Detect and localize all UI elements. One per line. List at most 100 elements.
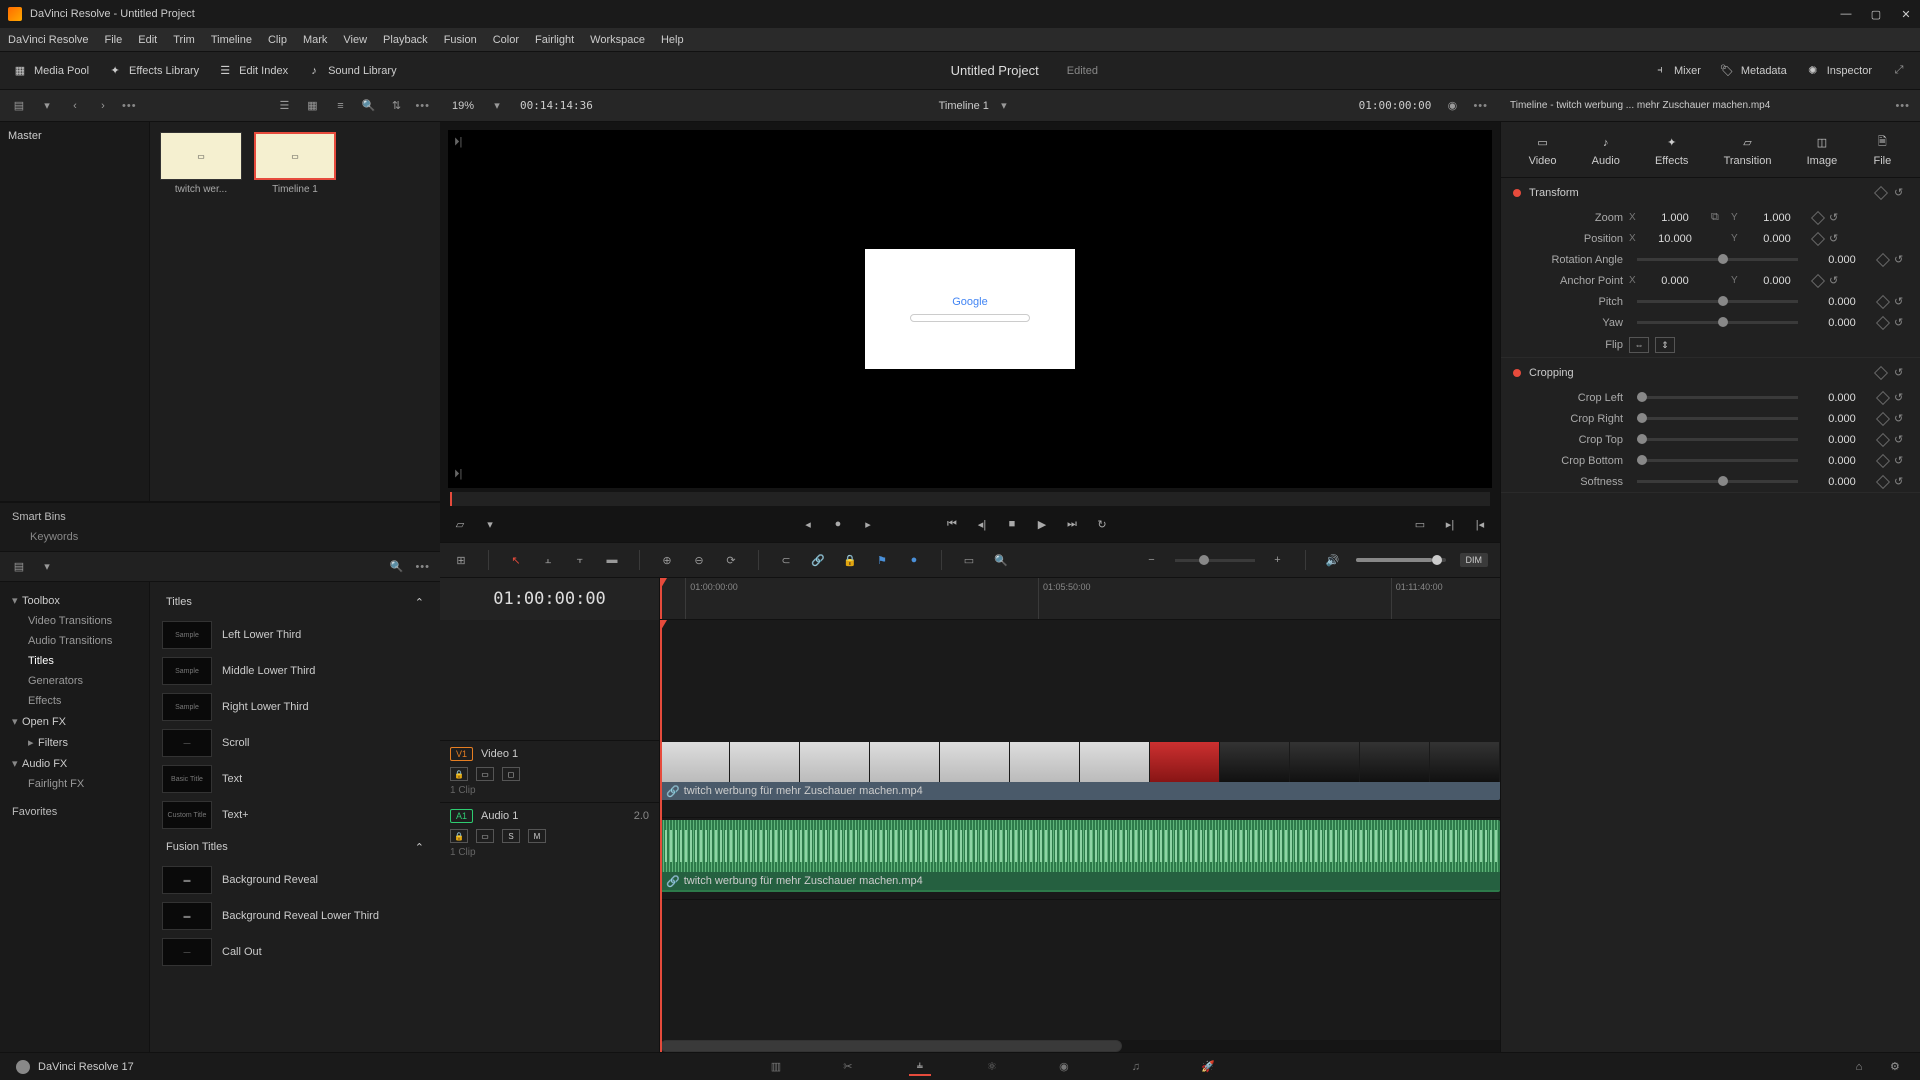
expand-icon[interactable]: ⤢ bbox=[1890, 62, 1908, 80]
rotation-input[interactable] bbox=[1812, 254, 1872, 266]
tab-video[interactable]: ▭Video bbox=[1529, 133, 1557, 167]
home-icon[interactable]: ⌂ bbox=[1850, 1058, 1868, 1076]
menu-davinci[interactable]: DaVinci Resolve bbox=[8, 34, 89, 46]
trim-tool-icon[interactable]: ⫠ bbox=[539, 551, 557, 569]
disable-video-icon[interactable]: ◻ bbox=[502, 767, 520, 781]
titles-node[interactable]: Titles bbox=[0, 651, 149, 671]
timeline-timecode[interactable]: 01:00:00:00 bbox=[440, 578, 659, 620]
menu-help[interactable]: Help bbox=[661, 34, 684, 46]
pitch-slider[interactable] bbox=[1637, 300, 1798, 303]
effects-library-toggle[interactable]: ✦Effects Library bbox=[107, 63, 199, 79]
fairlight-page-icon[interactable]: ♫ bbox=[1125, 1058, 1147, 1076]
audio-track[interactable]: 🔗twitch werbung für mehr Zuschauer mache… bbox=[660, 818, 1500, 900]
fx-more-icon[interactable]: ••• bbox=[415, 561, 430, 573]
jump-last-icon[interactable]: ⏵| bbox=[454, 468, 468, 482]
flip-horizontal-button[interactable]: ⇔ bbox=[1629, 337, 1649, 353]
video-clip[interactable]: 🔗twitch werbung für mehr Zuschauer mache… bbox=[660, 742, 1500, 800]
nav-back-icon[interactable]: ‹ bbox=[66, 97, 84, 115]
fusion-preset[interactable]: ▬Background Reveal bbox=[156, 862, 434, 898]
playhead[interactable] bbox=[660, 578, 662, 619]
crop-bottom-slider[interactable] bbox=[1637, 459, 1798, 462]
media-page-icon[interactable]: ▥ bbox=[765, 1058, 787, 1076]
reset-icon[interactable]: ↺ bbox=[1894, 186, 1908, 199]
zoom-in-icon[interactable]: + bbox=[1269, 551, 1287, 569]
replace-clip-icon[interactable]: ⟳ bbox=[722, 551, 740, 569]
go-end-icon[interactable]: ⏭ bbox=[1064, 516, 1080, 532]
marker-dot-icon[interactable]: ● bbox=[830, 516, 846, 532]
timeline-ruler[interactable]: 01:00:00:00 01:05:50:00 01:11:40:00 bbox=[660, 578, 1500, 620]
reset-icon[interactable]: ↺ bbox=[1894, 391, 1908, 404]
go-start-icon[interactable]: ⏮ bbox=[944, 516, 960, 532]
lock-track-icon[interactable]: 🔒 bbox=[450, 829, 468, 843]
solo-icon[interactable]: S bbox=[502, 829, 520, 843]
reset-icon[interactable]: ↺ bbox=[1894, 253, 1908, 266]
cut-page-icon[interactable]: ✂ bbox=[837, 1058, 859, 1076]
insert-clip-icon[interactable]: ⊕ bbox=[658, 551, 676, 569]
flag-icon[interactable]: ⚑ bbox=[873, 551, 891, 569]
menu-file[interactable]: File bbox=[105, 34, 123, 46]
yaw-input[interactable] bbox=[1812, 317, 1872, 329]
master-bin[interactable]: Master bbox=[8, 130, 141, 142]
effects-node[interactable]: Effects bbox=[0, 691, 149, 711]
fx-search-icon[interactable]: 🔍 bbox=[387, 558, 405, 576]
rotation-slider[interactable] bbox=[1637, 258, 1798, 261]
tab-effects[interactable]: ✦Effects bbox=[1655, 133, 1688, 167]
find-icon[interactable]: 🔍 bbox=[992, 551, 1010, 569]
zoom-dropdown-icon[interactable]: ▾ bbox=[488, 97, 506, 115]
match-frame-icon[interactable]: ▭ bbox=[1412, 516, 1428, 532]
toolbox-node[interactable]: ▾Toolbox bbox=[0, 590, 149, 611]
video-track[interactable]: 🔗twitch werbung für mehr Zuschauer mache… bbox=[660, 740, 1500, 818]
list-view-icon[interactable]: ☰ bbox=[275, 97, 293, 115]
crop-bottom-input[interactable] bbox=[1812, 455, 1872, 467]
crop-right-slider[interactable] bbox=[1637, 417, 1798, 420]
video-transitions-node[interactable]: Video Transitions bbox=[0, 611, 149, 631]
prev-edit-icon[interactable]: ◂ bbox=[800, 516, 816, 532]
title-preset[interactable]: —Scroll bbox=[156, 725, 434, 761]
titles-category[interactable]: Titles⌃ bbox=[156, 588, 434, 617]
keyframe-icon[interactable] bbox=[1811, 231, 1825, 245]
marker-icon[interactable]: ● bbox=[905, 551, 923, 569]
crop-top-slider[interactable] bbox=[1637, 438, 1798, 441]
metadata-toggle[interactable]: 🏷Metadata bbox=[1719, 63, 1787, 79]
zoom-slider[interactable] bbox=[1175, 559, 1255, 562]
audiofx-node[interactable]: ▾Audio FX bbox=[0, 753, 149, 774]
dim-button[interactable]: DIM bbox=[1460, 553, 1489, 567]
auto-select-icon[interactable]: ▭ bbox=[476, 767, 494, 781]
minimize-button[interactable]: — bbox=[1840, 8, 1852, 20]
keyframe-icon[interactable] bbox=[1876, 252, 1890, 266]
zoom-y-input[interactable] bbox=[1747, 212, 1807, 224]
edit-page-icon[interactable]: ⫨ bbox=[909, 1058, 931, 1076]
viewer-zoom[interactable]: 19% bbox=[452, 100, 474, 112]
next-clip-icon[interactable]: ▸| bbox=[1442, 516, 1458, 532]
tab-file[interactable]: 🗎File bbox=[1872, 133, 1892, 167]
cropping-header[interactable]: Cropping↺ bbox=[1501, 358, 1920, 387]
more-icon[interactable]: ••• bbox=[122, 100, 137, 112]
link-xy-icon[interactable]: ⧉ bbox=[1711, 211, 1725, 224]
generators-node[interactable]: Generators bbox=[0, 671, 149, 691]
selection-tool-icon[interactable]: ↖ bbox=[507, 551, 525, 569]
title-preset[interactable]: Basic TitleText bbox=[156, 761, 434, 797]
stop-icon[interactable]: ■ bbox=[1004, 516, 1020, 532]
edit-index-toggle[interactable]: ☰Edit Index bbox=[217, 63, 288, 79]
menu-clip[interactable]: Clip bbox=[268, 34, 287, 46]
reset-icon[interactable]: ↺ bbox=[1894, 316, 1908, 329]
thumb-view-icon[interactable]: ▦ bbox=[303, 97, 321, 115]
fx-list-icon[interactable]: ▤ bbox=[10, 558, 28, 576]
menu-fusion[interactable]: Fusion bbox=[444, 34, 477, 46]
link-icon[interactable]: 🔗 bbox=[809, 551, 827, 569]
bin-list-icon[interactable]: ▤ bbox=[10, 97, 28, 115]
media-pool-toggle[interactable]: ▦Media Pool bbox=[12, 63, 89, 79]
loop-playback-icon[interactable]: ◉ bbox=[1443, 97, 1461, 115]
keyframe-icon[interactable] bbox=[1876, 453, 1890, 467]
step-back-icon[interactable]: ◂| bbox=[974, 516, 990, 532]
pitch-input[interactable] bbox=[1812, 296, 1872, 308]
softness-input[interactable] bbox=[1812, 476, 1872, 488]
timeline-scrollbar[interactable] bbox=[660, 1040, 1500, 1052]
audio-transitions-node[interactable]: Audio Transitions bbox=[0, 631, 149, 651]
title-preset[interactable]: SampleRight Lower Third bbox=[156, 689, 434, 725]
overwrite-clip-icon[interactable]: ⊖ bbox=[690, 551, 708, 569]
smart-bins-header[interactable]: Smart Bins bbox=[12, 511, 428, 523]
nav-fwd-icon[interactable]: › bbox=[94, 97, 112, 115]
crop-left-slider[interactable] bbox=[1637, 396, 1798, 399]
reset-icon[interactable]: ↺ bbox=[1829, 211, 1843, 224]
